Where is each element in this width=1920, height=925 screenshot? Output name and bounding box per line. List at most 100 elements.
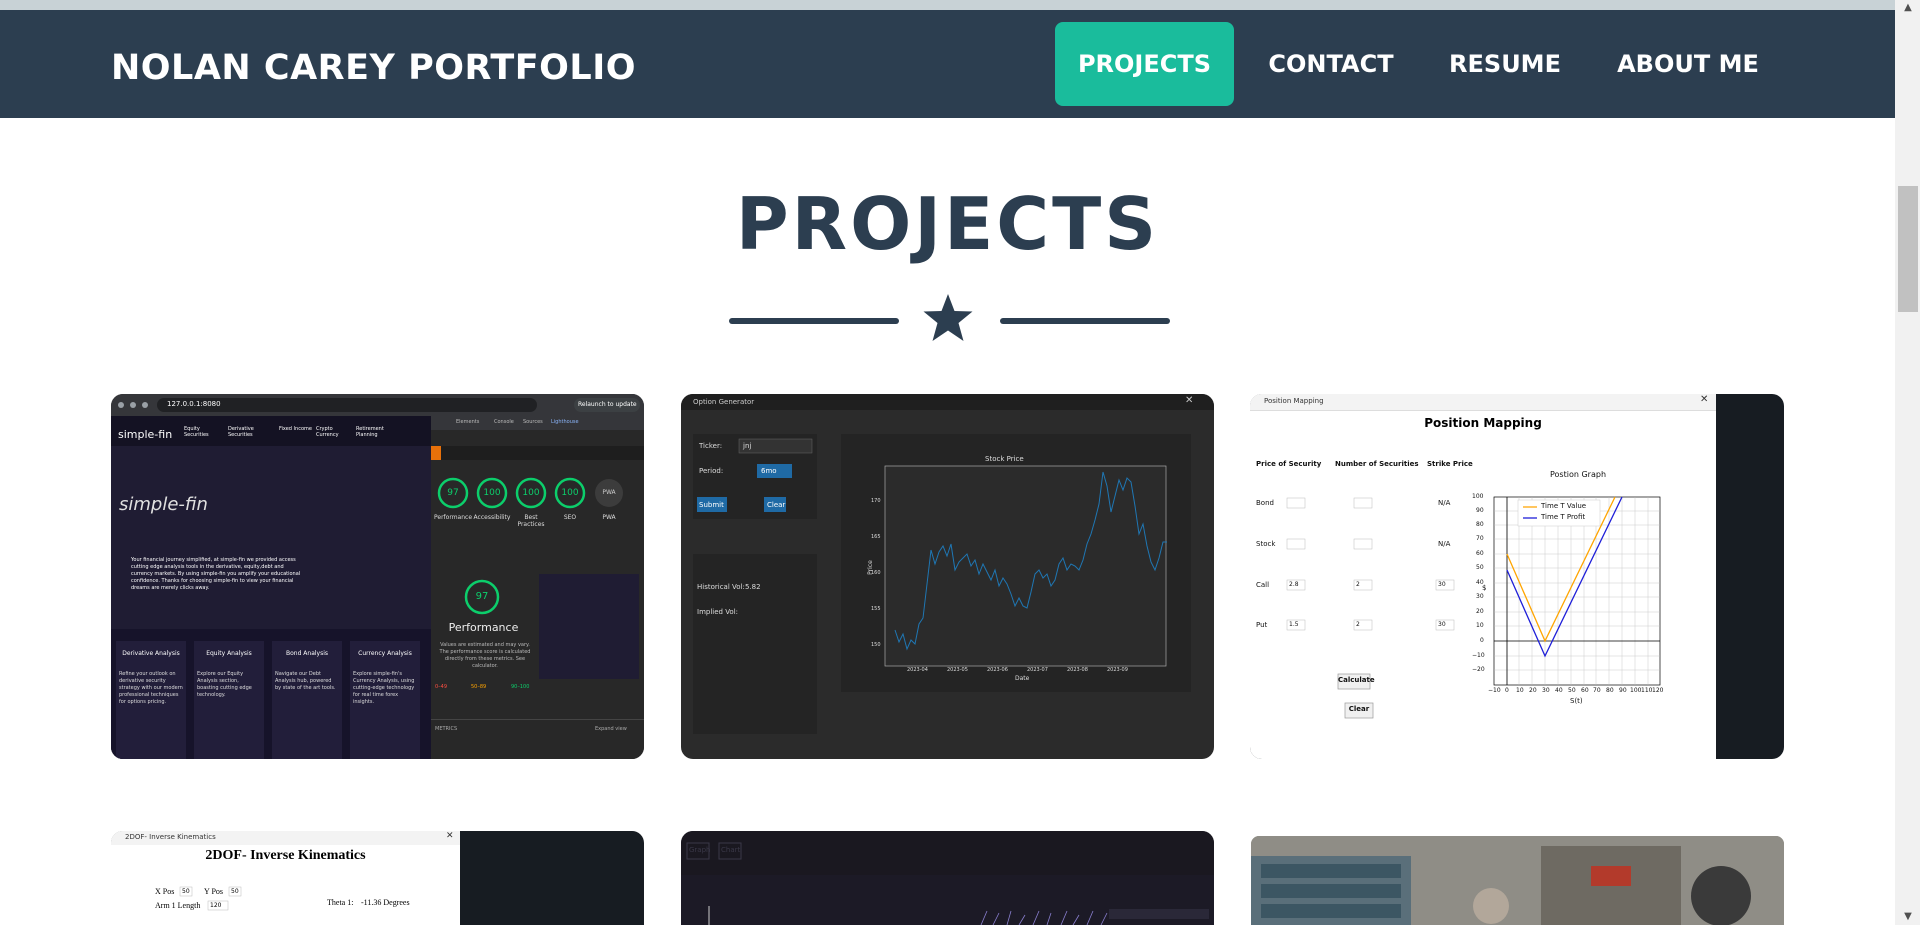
option-window-title: Option Generator [693, 398, 755, 406]
site-nav-3[interactable]: Fixed Income [279, 426, 319, 432]
theta-value: -11.36 Degrees [361, 898, 410, 907]
scrollbar-thumb[interactable] [1898, 186, 1918, 312]
card-equity-title: Equity Analysis [206, 650, 252, 657]
calculate-button[interactable]: Calculate [1338, 676, 1375, 684]
position-window-title: Position Mapping [1264, 397, 1324, 405]
px-tick-neg10: −10 [1488, 687, 1501, 694]
y-tick-150: 150 [871, 642, 881, 648]
scroll-up-icon[interactable]: ▲ [1898, 0, 1918, 16]
position-graph-title: Postion Graph [1550, 470, 1607, 479]
card-bond-text: Navigate our Debt Analysis hub, powered … [275, 671, 336, 691]
arm-length-input[interactable]: 120 [210, 902, 221, 909]
page-scrollbar[interactable] [1895, 0, 1920, 925]
relaunch-button[interactable]: Relaunch to update [578, 401, 637, 408]
hist-vol-label: Historical Vol: [697, 583, 745, 591]
py-tick-60: 60 [1476, 550, 1484, 557]
expand-view-link[interactable]: Expand view [595, 726, 627, 732]
px-tick-10: 10 [1516, 687, 1524, 694]
px-tick-0: 0 [1505, 687, 1509, 694]
px-tick-90: 90 [1619, 687, 1627, 694]
star-icon [923, 294, 973, 341]
py-tick-70: 70 [1476, 535, 1484, 542]
workshop-photo [1251, 836, 1784, 925]
site-logo[interactable]: simple-fin [118, 428, 172, 441]
py-tick-neg10: −10 [1472, 652, 1485, 659]
x-tick-6: 2023-09 [1107, 667, 1128, 673]
stock-chart-title: Stock Price [985, 455, 1024, 463]
clear-button[interactable]: Clear [767, 501, 785, 509]
devtools-tab-elements[interactable]: Elements [456, 419, 479, 425]
px-tick-120: 120 [1652, 687, 1664, 694]
card-currency-title: Currency Analysis [358, 650, 412, 657]
ypos-input[interactable]: 50 [231, 888, 239, 895]
site-nav-1[interactable]: Equity Securities [184, 426, 224, 438]
put-num-input[interactable]: 2 [1356, 621, 1360, 628]
row-label-bond: Bond [1256, 499, 1274, 507]
score-label-best-practices: Best Practices [517, 514, 545, 528]
x-tick-4: 2023-07 [1027, 667, 1048, 673]
option-close-icon[interactable]: ✕ [1185, 395, 1193, 406]
brand-title[interactable]: NOLAN CAREY PORTFOLIO [111, 48, 636, 88]
submit-button[interactable]: Submit [699, 501, 724, 509]
chart-tab-button[interactable]: Chart [721, 846, 740, 854]
xpos-input[interactable]: 50 [182, 888, 190, 895]
period-select[interactable]: 6mo [761, 467, 777, 475]
project-card-workshop-photo[interactable] [1251, 836, 1784, 925]
score-accessibility: 100 [483, 488, 501, 498]
y-tick-160: 160 [871, 570, 881, 576]
scroll-down-icon[interactable]: ▼ [1898, 909, 1918, 925]
nav-about-me[interactable]: ABOUT ME [1604, 22, 1772, 106]
hero-logo: simple-fin [119, 494, 208, 515]
position-close-icon[interactable]: ✕ [1700, 394, 1708, 405]
ypos-label: Y Pos [204, 887, 224, 896]
legend-average: 50–89 [471, 684, 487, 690]
py-tick-80: 80 [1476, 521, 1484, 528]
navbar: NOLAN CAREY PORTFOLIO PROJECTS CONTACT R… [0, 10, 1895, 118]
ticker-input[interactable]: jnj [743, 442, 751, 450]
kinematics-screenshot [111, 831, 460, 925]
legend-fail: 0–49 [435, 684, 448, 690]
project-card-position-mapping[interactable]: Position Mapping ✕ Position Mapping Pric… [1250, 394, 1784, 759]
graph-tab-button[interactable]: Graph [689, 846, 710, 854]
px-tick-40: 40 [1555, 687, 1563, 694]
py-tick-30: 30 [1476, 593, 1484, 600]
project-card-graph-tool[interactable]: Graph Chart [681, 831, 1214, 925]
devtools-tab-console[interactable]: Console [494, 419, 514, 425]
x-tick-5: 2023-08 [1067, 667, 1088, 673]
nav-resume[interactable]: RESUME [1432, 22, 1578, 106]
call-strike-input[interactable]: 30 [1438, 581, 1446, 588]
metrics-label: METRICS [435, 726, 458, 732]
kinematics-close-icon[interactable]: ✕ [446, 831, 454, 841]
hero-intro: Your financial journey simplified, at si… [131, 557, 301, 591]
row-label-stock: Stock [1256, 540, 1276, 548]
score-performance: 97 [447, 488, 459, 498]
stock-chart-xlabel: Date [1015, 675, 1030, 682]
devtools-tab-sources[interactable]: Sources [523, 419, 543, 425]
x-tick-3: 2023-06 [987, 667, 1008, 673]
put-strike-input[interactable]: 30 [1438, 621, 1446, 628]
nav-contact[interactable]: CONTACT [1252, 22, 1410, 106]
browser-url[interactable]: 127.0.0.1:8080 [167, 400, 221, 408]
nav-projects[interactable]: PROJECTS [1055, 22, 1234, 106]
section-title: PROJECTS [735, 182, 1160, 266]
score-pwa: PWA [602, 489, 616, 496]
y-tick-155: 155 [871, 606, 881, 612]
put-price-input[interactable]: 1.5 [1289, 621, 1299, 628]
px-tick-50: 50 [1568, 687, 1576, 694]
py-tick-50: 50 [1476, 564, 1484, 571]
x-tick-2: 2023-05 [947, 667, 968, 673]
devtools-tab-lighthouse[interactable]: Lighthouse [551, 419, 579, 425]
project-card-simple-fin[interactable]: 127.0.0.1:8080 Relaunch to update simple… [111, 394, 644, 759]
project-card-inverse-kinematics[interactable]: 2DOF- Inverse Kinematics ✕ 2DOF- Inverse… [111, 831, 644, 925]
call-price-input[interactable]: 2.8 [1289, 581, 1299, 588]
site-nav-5[interactable]: Retirement Planning [356, 426, 396, 438]
position-title: Position Mapping [1424, 416, 1542, 430]
call-num-input[interactable]: 2 [1356, 581, 1360, 588]
clear-button[interactable]: Clear [1345, 705, 1373, 713]
site-nav-2[interactable]: Derivative Securities [228, 426, 268, 438]
px-tick-100: 100 [1630, 687, 1642, 694]
site-nav-4[interactable]: Crypto Currency [316, 426, 356, 438]
project-card-option-generator[interactable]: Option Generator ✕ Ticker: jnj Period: 6… [681, 394, 1214, 759]
hist-vol-value: 5.82 [745, 583, 761, 591]
py-tick-90: 90 [1476, 507, 1484, 514]
